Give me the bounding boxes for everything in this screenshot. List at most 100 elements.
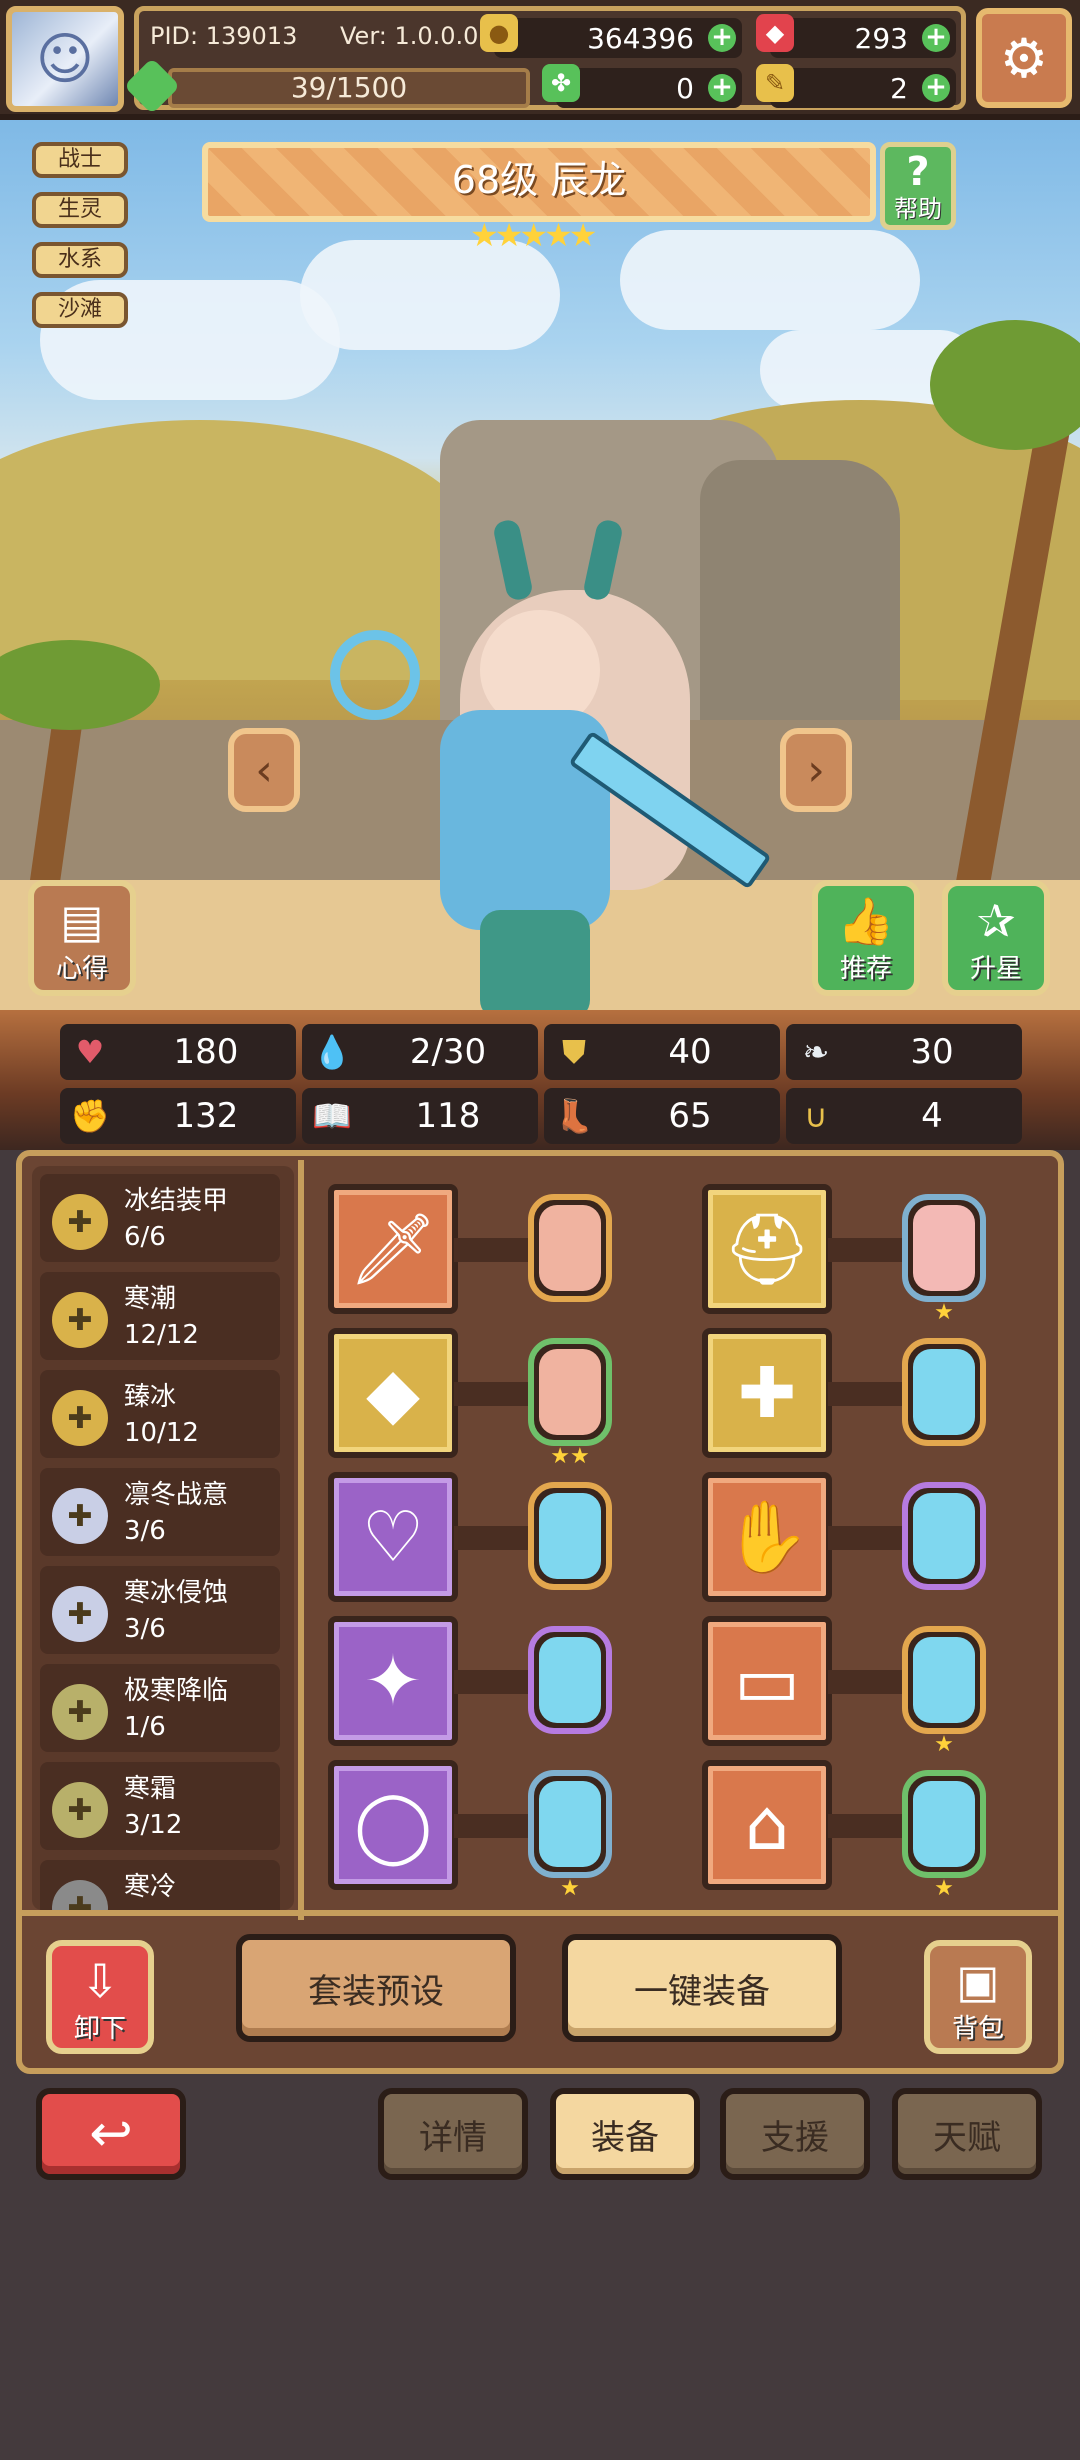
gem-icon [539,1349,601,1435]
gem-socket[interactable] [528,1626,612,1734]
gem-socket[interactable] [528,1770,612,1878]
wing-icon: ❧ [802,1033,830,1071]
water-drop-icon: 💧 [312,1033,352,1071]
ruby-icon: ◆ [756,14,794,52]
gem-socket[interactable] [902,1338,986,1446]
set-bonus-item[interactable]: ✚ 寒冰侵蚀 3/6 [40,1566,280,1654]
star-up-button[interactable]: ✰ 升星 [942,880,1050,996]
hero-name-banner: 68级 辰龙 [202,142,876,222]
tab-talent[interactable]: 天赋 [892,2088,1042,2180]
tab-equipment-label: 装备 [591,2117,659,2158]
equipment-slot[interactable]: ⛑ [702,1184,832,1314]
unequip-label: 卸下 [73,2014,126,2044]
set-progress: 3/12 [124,1810,183,1840]
hero-tag-class: 战士 [32,142,128,178]
set-coin-icon: ✚ [52,1488,108,1544]
arrow-down-icon: ⇩ [80,1954,120,2008]
backpack-icon: ▣ [956,1954,1000,2008]
clover-resource: ✤ 0 + [542,64,742,108]
set-bonus-item[interactable]: ✚ 寒冷 [40,1860,280,1910]
gem-socket[interactable] [902,1770,986,1878]
stat-value: 118 [415,1096,481,1136]
equipment-slot[interactable]: 🗡 [328,1184,458,1314]
stat-wing: ❧ 30 [786,1024,1022,1080]
gem-socket[interactable] [902,1482,986,1590]
fist-icon: ✊ [70,1097,110,1135]
add-gem-button[interactable]: + [922,24,950,52]
return-arrow-icon: ↩ [89,2104,133,2164]
set-bonus-item[interactable]: ✚ 凛冬战意 3/6 [40,1468,280,1556]
set-name: 寒潮 [124,1284,177,1314]
diamond-shield-icon: ◆ [366,1352,420,1434]
set-progress: 3/6 [124,1614,166,1644]
chevron-right-icon: › [807,744,825,796]
equipment-slot[interactable]: ✚ [702,1328,832,1458]
boots-icon: ⌂ [744,1784,790,1866]
gem-icon [539,1205,601,1291]
equipment-slot[interactable]: ✋ [702,1472,832,1602]
set-coin-icon: ✚ [52,1782,108,1838]
horseshoe-icon: ∪ [804,1097,828,1135]
equipment-slot[interactable]: ◆ [328,1328,458,1458]
player-avatar[interactable]: ☺ [6,6,124,112]
prev-hero-button[interactable]: ‹ [228,728,300,812]
equipment-slot[interactable]: ♡ [328,1472,458,1602]
set-bonus-item[interactable]: ✚ 极寒降临 1/6 [40,1664,280,1752]
gem-socket[interactable] [902,1194,986,1302]
stat-heart: ♥ 180 [60,1024,296,1080]
gem-socket[interactable] [902,1626,986,1734]
stat-shield: ⛊ 40 [544,1024,780,1080]
hero-star-rating: ★★★★★ [470,216,597,254]
insight-button[interactable]: ▤ 心得 [28,880,136,996]
set-name: 寒霜 [124,1774,177,1804]
help-button[interactable]: ? 帮助 [880,142,956,230]
star-up-label: 升星 [969,954,1022,984]
gem-socket[interactable] [528,1482,612,1590]
set-coin-icon: ✚ [52,1684,108,1740]
hero-tag-race: 生灵 [32,192,128,228]
equipment-slot[interactable]: ▭ [702,1616,832,1746]
gem-star-rating: ★ [934,1732,954,1757]
set-bonus-item[interactable]: ✚ 寒霜 3/12 [40,1762,280,1850]
boot-icon: 👢 [554,1097,594,1135]
stat-value: 4 [921,1096,943,1136]
gem-icon [539,1781,601,1867]
unequip-button[interactable]: ⇩ 卸下 [46,1940,154,2054]
recommend-button[interactable]: 👍 推荐 [812,880,920,996]
player-id: PID: 139013 [150,22,298,50]
tab-support[interactable]: 支援 [720,2088,870,2180]
set-bonus-item[interactable]: ✚ 臻冰 10/12 [40,1370,280,1458]
set-bonus-item[interactable]: ✚ 寒潮 12/12 [40,1272,280,1360]
stat-fist: ✊ 132 [60,1088,296,1144]
gem-socket[interactable] [528,1194,612,1302]
tab-equipment[interactable]: 装备 [550,2088,700,2180]
set-name: 寒冰侵蚀 [124,1578,229,1608]
add-ticket-button[interactable]: + [922,74,950,102]
set-bonus-list[interactable]: ✚ 冰结装甲 6/6 ✚ 寒潮 12/12 ✚ 臻冰 10/12 ✚ 凛冬战意 3/6 ✚ 寒冰侵蚀 3/6… [32,1166,294,1910]
version-label: Ver: 1.0.0.0 [340,22,479,50]
bag-button[interactable]: ▣ 背包 [924,1940,1032,2054]
set-bonus-item[interactable]: ✚ 冰结装甲 6/6 [40,1174,280,1262]
tab-details[interactable]: 详情 [378,2088,528,2180]
set-coin-icon: ✚ [52,1586,108,1642]
stat-value: 132 [173,1096,239,1136]
equipment-slot[interactable]: ◯ [328,1760,458,1890]
stat-value: 2/30 [409,1032,487,1072]
set-name: 臻冰 [124,1382,177,1412]
sword-icon: 🗡 [348,1207,438,1290]
equipment-slot[interactable]: ✦ [328,1616,458,1746]
gem-socket[interactable] [528,1338,612,1446]
auto-equip-button[interactable]: 一键装备 [562,1934,842,2042]
panel-divider-horizontal [16,1910,1064,1916]
gem-star-rating: ★★ [550,1444,590,1469]
back-button[interactable]: ↩ [36,2088,186,2180]
next-hero-button[interactable]: › [780,728,852,812]
exp-bar: 39/1500 [168,68,530,108]
add-clover-button[interactable]: + [708,74,736,102]
necklace-icon: ♡ [361,1496,425,1578]
exp-value: 39/1500 [290,71,408,104]
equipment-slot[interactable]: ⌂ [702,1760,832,1890]
add-gold-button[interactable]: + [708,24,736,52]
set-preset-button[interactable]: 套装预设 [236,1934,516,2042]
settings-button[interactable]: ⚙ [976,8,1072,108]
